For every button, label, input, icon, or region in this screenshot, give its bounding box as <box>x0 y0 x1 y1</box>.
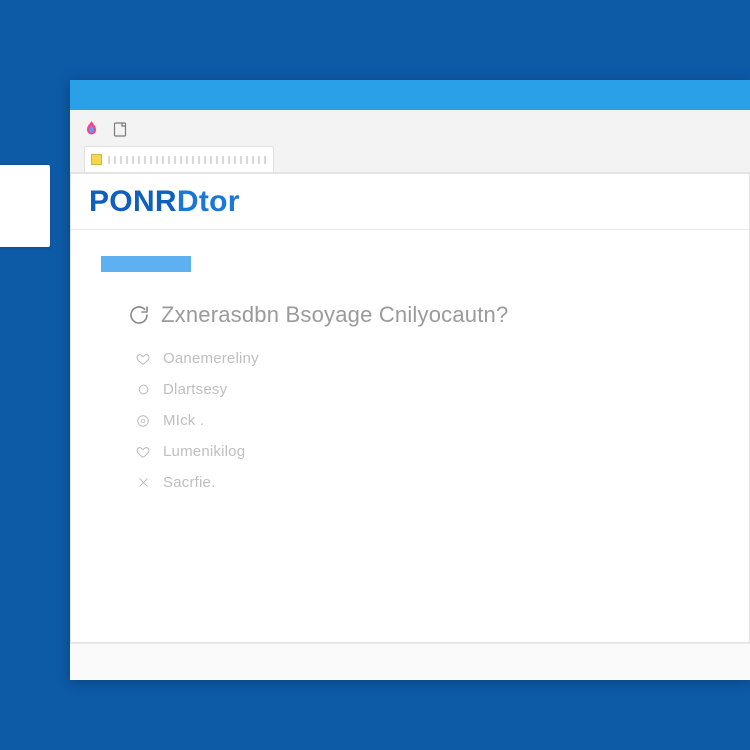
app-header: PONRDtor <box>71 174 749 230</box>
content-card: PONRDtor Zxnerasdbn Bsoyage Cnilyocautn? <box>70 173 750 643</box>
badge-icon <box>135 413 151 429</box>
app-title-part-2: Dtor <box>177 185 240 218</box>
list-item-label: MIck . <box>163 412 204 429</box>
tab-strip <box>84 146 736 172</box>
close-icon <box>135 475 151 491</box>
page-body: Zxnerasdbn Bsoyage Cnilyocautn? Oanemere… <box>71 230 749 501</box>
toolbar <box>84 118 736 140</box>
window-title-bar[interactable] <box>70 80 750 110</box>
page-heading-row: Zxnerasdbn Bsoyage Cnilyocautn? <box>127 302 719 328</box>
list-item[interactable]: Lumenikilog <box>135 443 719 460</box>
accent-highlight <box>101 256 191 272</box>
page-heading: Zxnerasdbn Bsoyage Cnilyocautn? <box>161 302 508 328</box>
background-note-card <box>0 165 50 247</box>
list-item-label: Lumenikilog <box>163 443 245 460</box>
app-window: PONRDtor Zxnerasdbn Bsoyage Cnilyocautn? <box>70 80 750 680</box>
list-item[interactable]: Oanemereliny <box>135 350 719 367</box>
document-icon[interactable] <box>113 122 127 137</box>
app-title-part-1: PONR <box>89 185 177 218</box>
window-footer-area <box>70 643 750 680</box>
tab-favicon <box>91 154 102 165</box>
circle-icon <box>135 382 151 398</box>
list-item[interactable]: Dlartsesy <box>135 381 719 398</box>
list-item[interactable]: MIck . <box>135 412 719 429</box>
browser-chrome <box>70 110 750 173</box>
refresh-icon[interactable] <box>127 303 151 327</box>
heart-icon <box>135 444 151 460</box>
app-flame-icon[interactable] <box>84 121 99 138</box>
list-item-label: Dlartsesy <box>163 381 227 398</box>
app-title: PONRDtor <box>89 185 240 219</box>
browser-tab[interactable] <box>84 146 274 172</box>
tab-title-placeholder <box>108 156 267 164</box>
list-item-label: Oanemereliny <box>163 350 259 367</box>
option-list: Oanemereliny Dlartsesy MIck . <box>135 350 719 491</box>
list-item[interactable]: Sacrfie. <box>135 474 719 491</box>
heart-icon <box>135 351 151 367</box>
list-item-label: Sacrfie. <box>163 474 215 491</box>
